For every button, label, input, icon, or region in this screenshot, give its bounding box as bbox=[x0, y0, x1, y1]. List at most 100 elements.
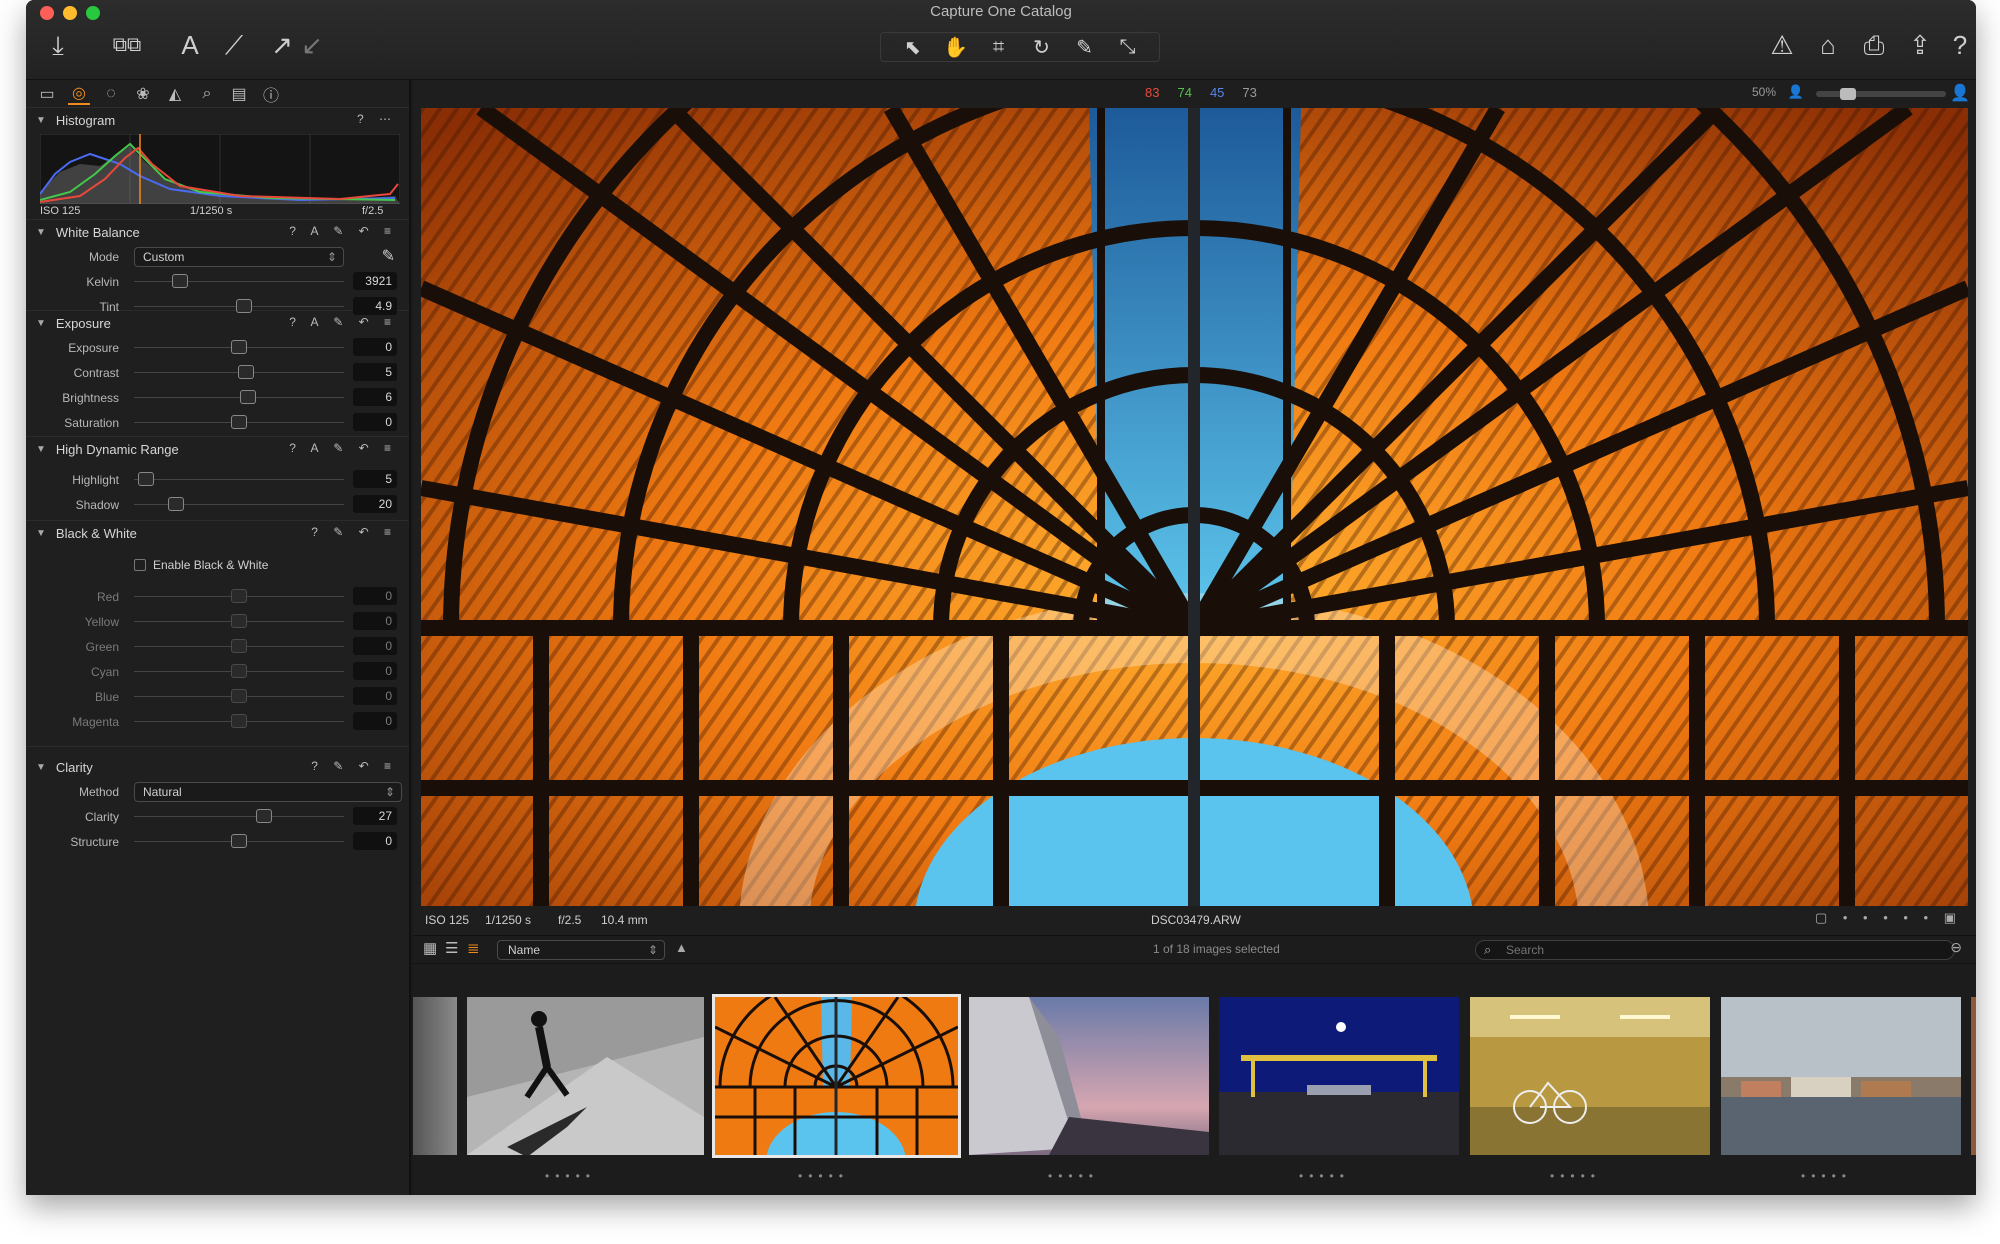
stamp-icon[interactable]: ⤡ bbox=[1113, 36, 1143, 59]
histogram-header[interactable]: ▼ Histogram ? ⋯ bbox=[26, 108, 409, 132]
thumbnail-3[interactable] bbox=[969, 997, 1209, 1155]
histogram-header-icons[interactable]: ? ⋯ bbox=[357, 112, 397, 126]
pan-hand-icon[interactable]: ✋ bbox=[941, 35, 971, 60]
clarity-header[interactable]: ▼ Clarity ? ✎ ↶ ≡ bbox=[26, 755, 409, 779]
highlight-slider-handle[interactable] bbox=[138, 472, 154, 486]
rating-dots[interactable]: ▢ • • • • • ▣ bbox=[1815, 910, 1962, 926]
folder-icon[interactable]: ▭ bbox=[36, 84, 58, 104]
contrast-slider-handle[interactable] bbox=[238, 365, 254, 379]
yellow-slider-handle[interactable] bbox=[231, 614, 247, 628]
zoom-slider[interactable] bbox=[1816, 88, 1946, 100]
structure-slider-handle[interactable] bbox=[231, 834, 247, 848]
structure-value[interactable]: 0 bbox=[353, 832, 397, 850]
rating-dots[interactable]: ••••• bbox=[1048, 1169, 1099, 1183]
thumbnail-7[interactable] bbox=[1971, 997, 1976, 1155]
brightness-slider[interactable] bbox=[134, 397, 344, 398]
green-value[interactable]: 0 bbox=[353, 637, 397, 655]
cyan-value[interactable]: 0 bbox=[353, 662, 397, 680]
thumbnail-5[interactable] bbox=[1470, 997, 1710, 1155]
eraser-icon[interactable]: ⌂ bbox=[1810, 30, 1846, 64]
highlight-value[interactable]: 5 bbox=[353, 470, 397, 488]
picker-icon[interactable]: ✎ bbox=[1070, 35, 1100, 60]
brightness-slider-handle[interactable] bbox=[240, 390, 256, 404]
clarity-value[interactable]: 27 bbox=[353, 807, 397, 825]
magenta-slider-handle[interactable] bbox=[231, 714, 247, 728]
shadow-slider[interactable] bbox=[134, 504, 344, 505]
yellow-value[interactable]: 0 bbox=[353, 612, 397, 630]
kelvin-slider[interactable] bbox=[134, 281, 344, 282]
warning-icon[interactable]: ⚠ bbox=[1764, 30, 1800, 64]
sort-select[interactable]: Name ⇕ bbox=[497, 940, 665, 960]
rotate-icon[interactable]: ↻ bbox=[1027, 35, 1057, 60]
clarity-slider-handle[interactable] bbox=[256, 809, 272, 823]
thumbnail-6[interactable] bbox=[1721, 997, 1961, 1155]
thumbnail-0[interactable] bbox=[413, 997, 457, 1155]
lens-icon[interactable]: ◌ bbox=[100, 85, 122, 103]
shadow-value[interactable]: 20 bbox=[353, 495, 397, 513]
zoom-slider-handle[interactable] bbox=[1840, 88, 1856, 100]
thumbnail-4[interactable] bbox=[1219, 997, 1459, 1155]
search-input[interactable] bbox=[1506, 941, 1926, 959]
brush-icon[interactable]: ⟋ bbox=[216, 30, 252, 64]
clarity-slider[interactable] bbox=[134, 816, 344, 817]
enable-bw-checkbox[interactable] bbox=[134, 559, 146, 571]
print-icon[interactable]: ⎙ bbox=[1856, 30, 1892, 64]
text-tool-icon[interactable]: A bbox=[172, 30, 208, 64]
details-icon[interactable]: ▤ bbox=[228, 84, 250, 104]
grid-view-icon[interactable]: ▦ bbox=[423, 939, 437, 957]
blue-slider-handle[interactable] bbox=[231, 689, 247, 703]
export-icon[interactable]: ⇪ bbox=[1902, 30, 1938, 64]
green-slider-handle[interactable] bbox=[231, 639, 247, 653]
collapse-icon[interactable]: ⊖ bbox=[1950, 939, 1962, 956]
rating-dots[interactable]: ••••• bbox=[545, 1169, 596, 1183]
sort-direction-icon[interactable]: ▲ bbox=[675, 940, 688, 955]
kelvin-value[interactable]: 3921 bbox=[353, 272, 397, 290]
exposure-header-icons[interactable]: ? A ✎ ↶ ≡ bbox=[289, 315, 397, 329]
rating-dots[interactable]: ••••• bbox=[1550, 1169, 1601, 1183]
hdr-header[interactable]: ▼ High Dynamic Range ? A ✎ ↶ ≡ bbox=[26, 437, 409, 461]
red-value[interactable]: 0 bbox=[353, 587, 397, 605]
main-photo[interactable] bbox=[421, 108, 1968, 906]
undo-arrow-icon[interactable]: ↙ bbox=[294, 30, 330, 64]
compare-icon[interactable]: ⧉⧉ bbox=[92, 30, 162, 64]
white-balance-header[interactable]: ▼ White Balance ? A ✎ ↶ ≡ bbox=[26, 220, 409, 244]
white-balance-header-icons[interactable]: ? A ✎ ↶ ≡ bbox=[289, 224, 397, 238]
thumbnail-1[interactable] bbox=[467, 997, 704, 1155]
select-cursor-icon[interactable]: ⬉ bbox=[898, 35, 928, 60]
red-slider-handle[interactable] bbox=[231, 589, 247, 603]
cyan-slider-handle[interactable] bbox=[231, 664, 247, 678]
magenta-value[interactable]: 0 bbox=[353, 712, 397, 730]
picker-icon[interactable]: ✎ bbox=[382, 246, 395, 266]
exposure-icon[interactable]: ◭ bbox=[164, 84, 186, 104]
kelvin-slider-handle[interactable] bbox=[172, 274, 188, 288]
list-view-icon[interactable]: ☰ bbox=[445, 939, 458, 957]
clarity-method-select[interactable]: Natural ⇕ bbox=[134, 782, 402, 802]
black-white-header[interactable]: ▼ Black & White ? ✎ ↶ ≡ bbox=[26, 521, 409, 545]
capture-icon[interactable]: ◎ bbox=[68, 83, 90, 105]
hdr-header-icons[interactable]: ? A ✎ ↶ ≡ bbox=[289, 441, 397, 455]
help-icon[interactable]: ? bbox=[1942, 30, 1976, 64]
wb-mode-select[interactable]: Custom ⇕ bbox=[134, 247, 344, 267]
black-white-header-icons[interactable]: ? ✎ ↶ ≡ bbox=[311, 525, 397, 539]
search-icon[interactable]: ⌕ bbox=[196, 85, 218, 103]
contrast-value[interactable]: 5 bbox=[353, 363, 397, 381]
clarity-header-icons[interactable]: ? ✎ ↶ ≡ bbox=[311, 759, 397, 773]
brightness-value[interactable]: 6 bbox=[353, 388, 397, 406]
rating-dots[interactable]: ••••• bbox=[1801, 1169, 1852, 1183]
import-icon[interactable]: ⤓ bbox=[40, 30, 76, 64]
rating-dots[interactable]: ••••• bbox=[798, 1169, 849, 1183]
rating-dots[interactable]: ••••• bbox=[1299, 1169, 1350, 1183]
saturation-value[interactable]: 0 bbox=[353, 413, 397, 431]
shadow-slider-handle[interactable] bbox=[168, 497, 184, 511]
color-icon[interactable]: ❀ bbox=[132, 84, 154, 104]
info-icon[interactable]: ⓘ bbox=[260, 82, 282, 106]
filmstrip-view-icon[interactable]: ≣ bbox=[467, 939, 480, 957]
exposure-value[interactable]: 0 bbox=[353, 338, 397, 356]
exposure-slider-handle[interactable] bbox=[231, 340, 247, 354]
search-field[interactable]: ⌕ bbox=[1475, 940, 1955, 960]
crop-icon[interactable]: ⌗ bbox=[984, 36, 1014, 59]
saturation-slider-handle[interactable] bbox=[231, 415, 247, 429]
highlight-slider[interactable] bbox=[134, 479, 344, 480]
blue-value[interactable]: 0 bbox=[353, 687, 397, 705]
exposure-header[interactable]: ▼ Exposure ? A ✎ ↶ ≡ bbox=[26, 311, 409, 335]
